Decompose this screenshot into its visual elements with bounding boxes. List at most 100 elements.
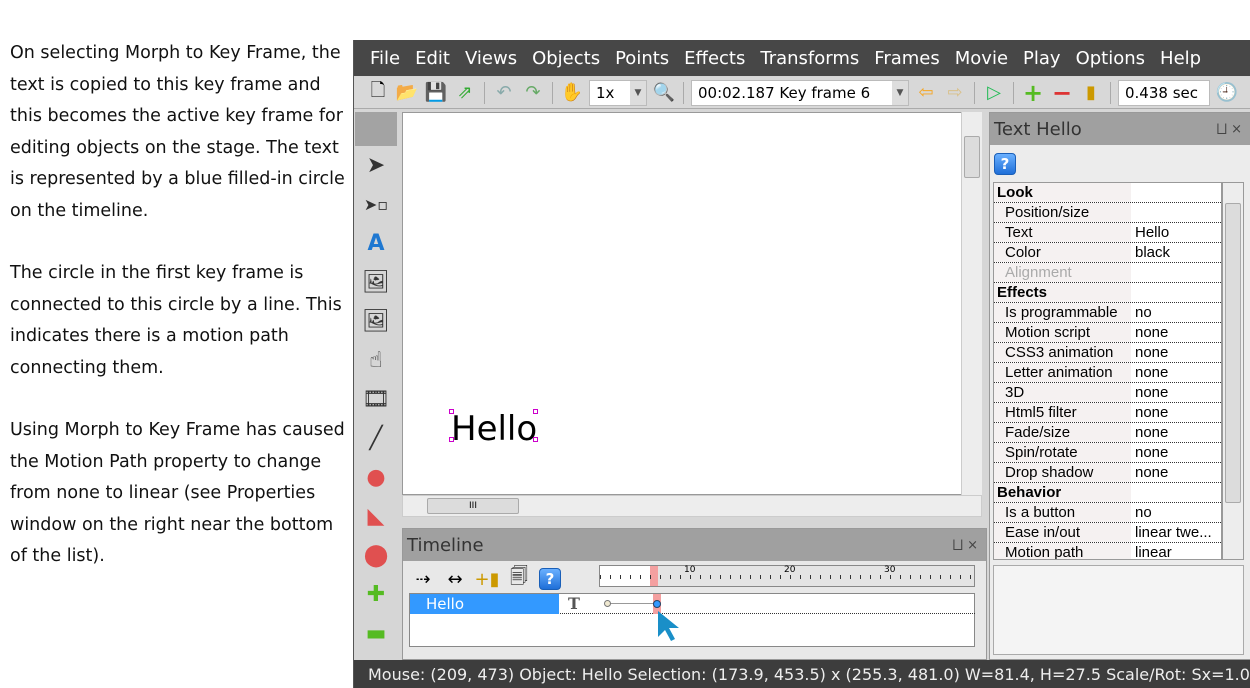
freeform-icon[interactable]: ⬤ (355, 536, 397, 575)
property-value[interactable]: none (1131, 403, 1168, 422)
help-button[interactable]: ? (994, 153, 1016, 175)
property-row[interactable]: Behavior (994, 483, 1221, 503)
resize-handle[interactable] (449, 409, 454, 414)
stage-canvas[interactable]: Hello (402, 112, 962, 495)
export-icon[interactable]: ⇗ (453, 81, 477, 105)
menu-options[interactable]: Options (1076, 48, 1145, 69)
menu-views[interactable]: Views (465, 48, 517, 69)
frame-film-icon[interactable]: ▮ (1079, 81, 1103, 105)
line-icon[interactable]: ╱ (355, 419, 397, 458)
property-value[interactable] (1131, 203, 1135, 222)
keyframe-circle[interactable] (604, 600, 611, 607)
property-value[interactable] (1131, 183, 1135, 202)
play-icon[interactable]: ▷ (982, 81, 1006, 105)
image-slideshow-icon[interactable]: 🖼 (355, 302, 397, 341)
clock-icon[interactable]: 🕘 (1215, 81, 1239, 105)
video-icon[interactable]: 🎞 (355, 380, 397, 419)
undo-icon[interactable]: ↶ (492, 81, 516, 105)
property-row[interactable]: Is programmable no (994, 303, 1221, 323)
pin-close-buttons[interactable]: ⨆ × (1217, 122, 1242, 137)
zoom-icon[interactable]: 🔍 (652, 81, 676, 105)
move-object-icon[interactable]: ⇢ (411, 567, 435, 591)
property-row[interactable]: Position/size (994, 203, 1221, 223)
property-row[interactable]: Drop shadow none (994, 463, 1221, 483)
menu-points[interactable]: Points (615, 48, 669, 69)
polygon-icon[interactable]: ◣ (355, 497, 397, 536)
insert-frame-icon[interactable]: +▮ (475, 567, 500, 591)
property-value[interactable]: no (1131, 503, 1152, 522)
property-value[interactable]: none (1131, 363, 1168, 382)
new-file-icon[interactable]: 🗋 (366, 80, 390, 105)
property-value[interactable]: no (1131, 303, 1152, 322)
property-row[interactable]: 3D none (994, 383, 1221, 403)
property-row[interactable]: Ease in/out linear twe... (994, 523, 1221, 543)
frame-select[interactable]: 00:02.187 Key frame 6 ▼ (691, 79, 909, 106)
property-row[interactable]: Look (994, 183, 1221, 203)
resize-handle[interactable] (449, 437, 454, 442)
ellipse-icon[interactable]: ● (355, 458, 397, 497)
property-value[interactable]: none (1131, 443, 1168, 462)
pin-close-buttons[interactable]: ⨆ × (953, 538, 978, 553)
property-value[interactable] (1131, 483, 1135, 502)
menu-objects[interactable]: Objects (532, 48, 600, 69)
menu-effects[interactable]: Effects (684, 48, 745, 69)
property-row[interactable]: Alignment (994, 263, 1221, 283)
button-hand-icon[interactable]: ☝ (355, 341, 397, 380)
track-row[interactable]: Hello T (410, 594, 975, 614)
menu-play[interactable]: Play (1023, 48, 1061, 69)
property-row[interactable]: Motion path linear (994, 543, 1221, 559)
property-value[interactable]: Hello (1131, 223, 1169, 242)
property-row[interactable]: CSS3 animation none (994, 343, 1221, 363)
property-value[interactable]: none (1131, 463, 1168, 482)
resize-handle[interactable] (533, 409, 538, 414)
stretch-icon[interactable]: ↔ (443, 567, 467, 591)
stage-vertical-scrollbar[interactable] (961, 112, 982, 495)
redo-icon[interactable]: ↷ (521, 81, 545, 105)
menu-edit[interactable]: Edit (415, 48, 450, 69)
menu-frames[interactable]: Frames (874, 48, 939, 69)
previous-frame-icon[interactable]: ⇦ (914, 81, 938, 105)
keyframe-circle-active[interactable] (653, 600, 661, 608)
stage-horizontal-scrollbar[interactable]: III (402, 495, 982, 517)
resize-handle[interactable] (533, 437, 538, 442)
property-row[interactable]: Text Hello (994, 223, 1221, 243)
properties-scrollbar[interactable] (1222, 182, 1244, 560)
property-row[interactable]: Effects (994, 283, 1221, 303)
add-point-icon[interactable]: ✚ (355, 575, 397, 614)
property-value[interactable]: linear twe... (1131, 523, 1212, 542)
property-row[interactable]: Html5 filter none (994, 403, 1221, 423)
menu-help[interactable]: Help (1160, 48, 1201, 69)
help-button[interactable]: ? (539, 568, 561, 590)
duration-field[interactable]: 0.438 sec (1118, 79, 1210, 106)
property-row[interactable]: Fade/size none (994, 423, 1221, 443)
stage-text-object[interactable]: Hello (451, 409, 537, 449)
hand-icon[interactable]: ✋ (560, 81, 584, 105)
track-name[interactable]: Hello (410, 594, 559, 614)
save-icon[interactable]: 💾 (424, 81, 448, 105)
zoom-select[interactable]: 1x ▼ (589, 79, 647, 106)
remove-frame-icon[interactable]: − (1050, 79, 1074, 107)
chevron-down-icon[interactable]: ▼ (630, 80, 646, 105)
property-value[interactable] (1131, 283, 1135, 302)
property-row[interactable]: Letter animation none (994, 363, 1221, 383)
property-value[interactable]: none (1131, 383, 1168, 402)
property-row[interactable]: Spin/rotate none (994, 443, 1221, 463)
property-row[interactable]: Color black (994, 243, 1221, 263)
remove-point-icon[interactable]: ▬ (355, 614, 397, 653)
property-value[interactable]: none (1131, 323, 1168, 342)
image-icon[interactable]: 🖼 (355, 263, 397, 302)
menu-transforms[interactable]: Transforms (760, 48, 859, 69)
chevron-down-icon[interactable]: ▼ (892, 80, 908, 105)
select-arrow-icon[interactable]: ➤ (355, 146, 397, 185)
next-frame-icon[interactable]: ⇨ (943, 81, 967, 105)
property-row[interactable]: Motion script none (994, 323, 1221, 343)
scroll-thumb[interactable]: III (427, 498, 519, 514)
frames-list-icon[interactable]: 🗐 (507, 566, 531, 591)
point-select-icon[interactable]: ➤▫ (355, 185, 397, 224)
scroll-thumb[interactable] (964, 136, 980, 178)
property-value[interactable]: black (1131, 243, 1170, 262)
property-row[interactable]: Is a button no (994, 503, 1221, 523)
add-frame-icon[interactable]: + (1021, 79, 1045, 107)
open-folder-icon[interactable]: 📂 (395, 81, 419, 105)
property-value[interactable]: linear (1131, 543, 1172, 559)
